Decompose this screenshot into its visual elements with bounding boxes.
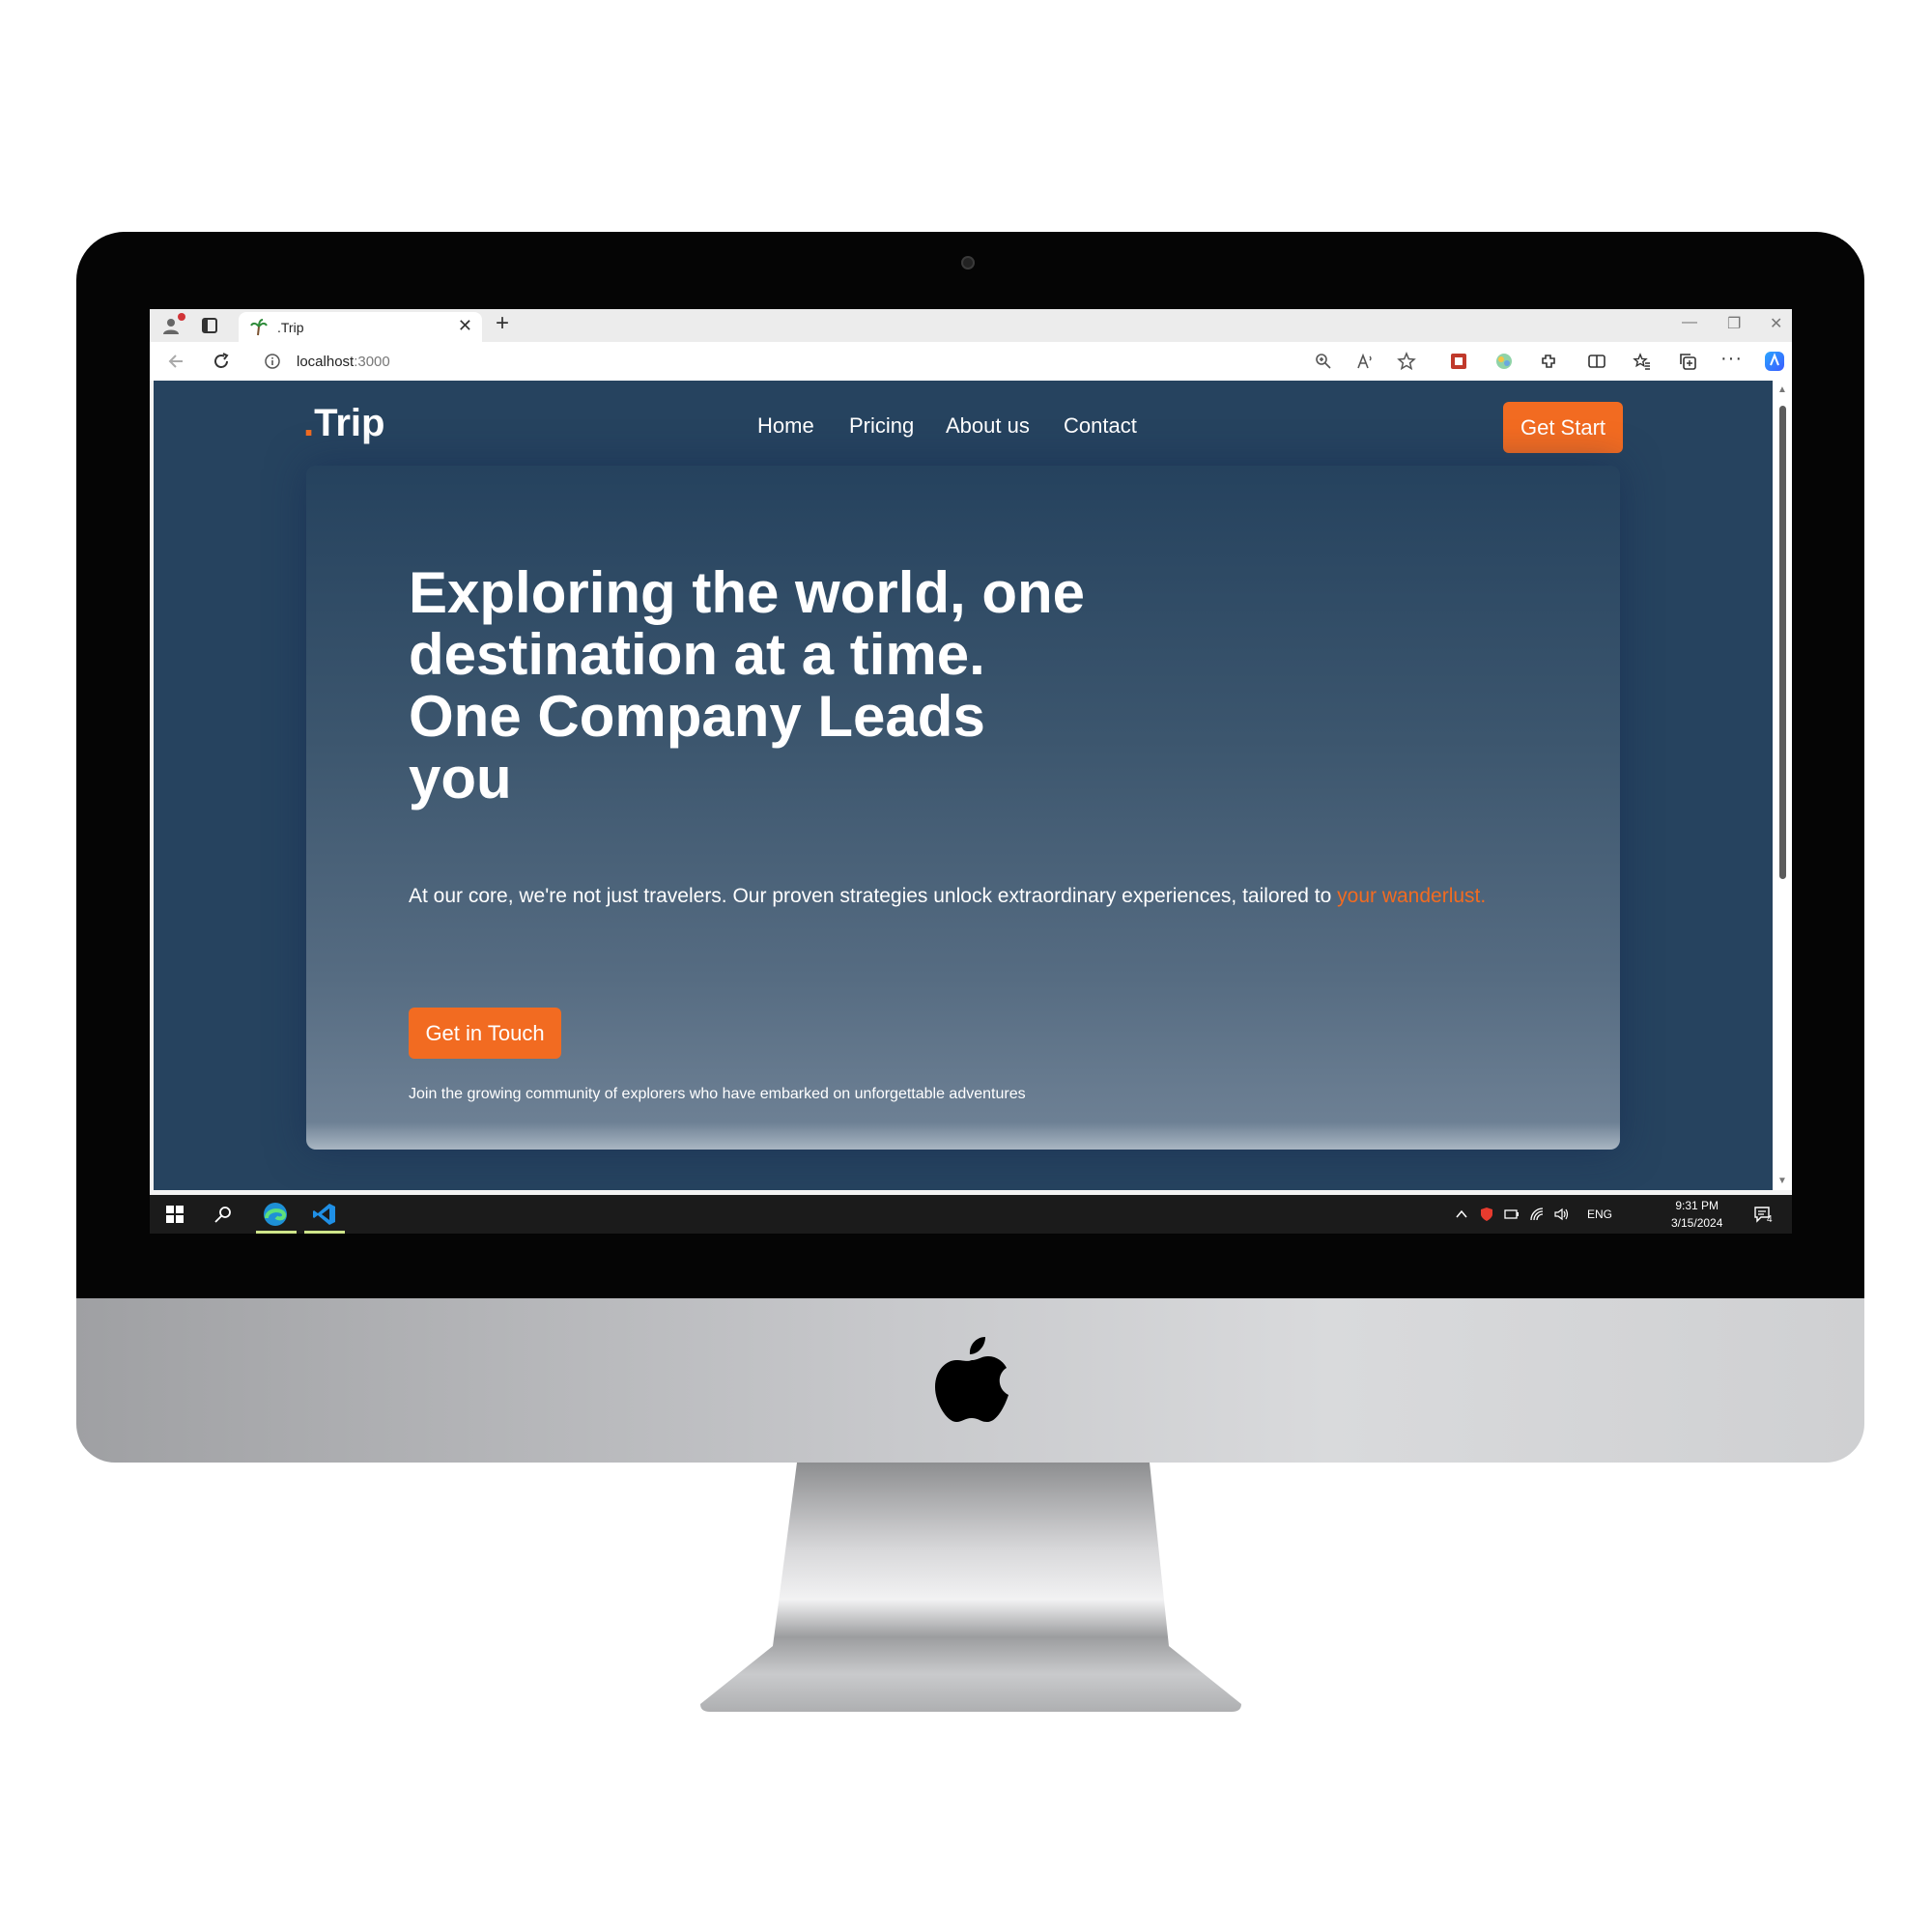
extensions-icon[interactable] — [1539, 352, 1558, 371]
scroll-up-icon[interactable]: ▲ — [1777, 384, 1787, 395]
extension-red-icon[interactable] — [1449, 352, 1468, 371]
split-screen-icon[interactable] — [1587, 352, 1606, 371]
windows-taskbar: ENG 9:31 PM 3/15/2024 4 — [150, 1195, 1792, 1234]
refresh-icon[interactable] — [212, 352, 231, 371]
logo-text: Trip — [314, 402, 385, 444]
nav-link-about-us[interactable]: About us — [946, 413, 1030, 439]
battery-icon[interactable] — [1504, 1207, 1520, 1222]
scroll-down-icon[interactable]: ▼ — [1777, 1176, 1787, 1186]
wifi-icon[interactable] — [1529, 1207, 1545, 1222]
notification-count: 4 — [1767, 1214, 1773, 1225]
palm-tree-icon — [250, 319, 268, 336]
tab-actions-icon[interactable] — [200, 316, 219, 335]
close-tab-icon[interactable]: ✕ — [458, 316, 472, 336]
search-icon[interactable] — [213, 1205, 233, 1224]
hero-description-main: At our core, we're not just travelers. O… — [409, 885, 1338, 907]
back-icon[interactable] — [167, 352, 186, 371]
security-shield-icon[interactable] — [1479, 1207, 1494, 1222]
language-indicator[interactable]: ENG — [1587, 1208, 1612, 1221]
browser-tab[interactable]: .Trip ✕ — [239, 312, 482, 342]
favorite-star-icon[interactable] — [1397, 352, 1416, 371]
hero-title: Exploring the world, one destination at … — [409, 560, 1086, 810]
nav-link-pricing[interactable]: Pricing — [849, 413, 914, 439]
copilot-icon[interactable] — [1763, 350, 1786, 373]
web-page: .Trip Home Pricing About us Contact Get … — [154, 381, 1773, 1190]
page-scrollbar[interactable]: ▲ ▼ — [1773, 381, 1792, 1190]
browser-tab-strip: .Trip ✕ + — ❐ ✕ — [150, 309, 1792, 342]
hero-description: At our core, we're not just travelers. O… — [409, 881, 1500, 912]
restore-icon[interactable]: ❐ — [1727, 314, 1741, 333]
close-window-icon[interactable]: ✕ — [1770, 314, 1782, 333]
read-aloud-icon[interactable] — [1355, 352, 1375, 371]
favorites-icon[interactable] — [1633, 352, 1652, 371]
system-clock[interactable]: 9:31 PM 3/15/2024 — [1671, 1197, 1722, 1232]
clock-time: 9:31 PM — [1675, 1199, 1719, 1212]
extension-colorful-icon[interactable] — [1494, 352, 1514, 371]
scroll-thumb[interactable] — [1779, 406, 1786, 879]
collections-icon[interactable] — [1678, 352, 1697, 371]
nav-link-contact[interactable]: Contact — [1064, 413, 1137, 439]
tab-title: .Trip — [277, 320, 304, 335]
hero-description-accent: your wanderlust. — [1337, 885, 1487, 907]
chevron-up-icon[interactable] — [1454, 1207, 1469, 1222]
nav-link-home[interactable]: Home — [757, 413, 814, 439]
site-info-icon[interactable] — [264, 353, 281, 370]
zoom-icon[interactable] — [1314, 352, 1333, 371]
profile-notification-dot — [178, 313, 185, 321]
new-tab-icon[interactable]: + — [496, 310, 509, 337]
apple-logo-icon — [935, 1337, 1009, 1422]
site-logo[interactable]: .Trip — [303, 402, 384, 445]
volume-icon[interactable] — [1553, 1207, 1569, 1222]
logo-dot: . — [303, 402, 315, 444]
community-text: Join the growing community of explorers … — [409, 1086, 1026, 1102]
vscode-active-indicator — [304, 1231, 345, 1234]
url-text: localhost:3000 — [297, 354, 390, 370]
edge-active-indicator — [256, 1231, 297, 1234]
windows-start-icon[interactable] — [165, 1205, 185, 1224]
clock-date: 3/15/2024 — [1671, 1216, 1723, 1230]
vscode-icon[interactable] — [312, 1202, 337, 1227]
hero-card: Exploring the world, one destination at … — [306, 466, 1620, 1150]
url-port: :3000 — [354, 354, 390, 370]
minimize-icon[interactable]: — — [1682, 314, 1697, 331]
camera — [961, 256, 975, 270]
more-options-icon[interactable]: ··· — [1720, 348, 1743, 370]
monitor-stand — [700, 1463, 1241, 1712]
get-start-button[interactable]: Get Start — [1503, 402, 1623, 453]
browser-toolbar: localhost:3000 ··· — [150, 342, 1792, 381]
address-bar[interactable]: localhost:3000 — [250, 346, 1419, 377]
get-in-touch-button[interactable]: Get in Touch — [409, 1008, 561, 1059]
url-host: localhost — [297, 354, 355, 370]
screen: .Trip ✕ + — ❐ ✕ localhost:3000 ··· .Trip… — [150, 309, 1792, 1234]
edge-browser-icon[interactable] — [262, 1201, 289, 1228]
